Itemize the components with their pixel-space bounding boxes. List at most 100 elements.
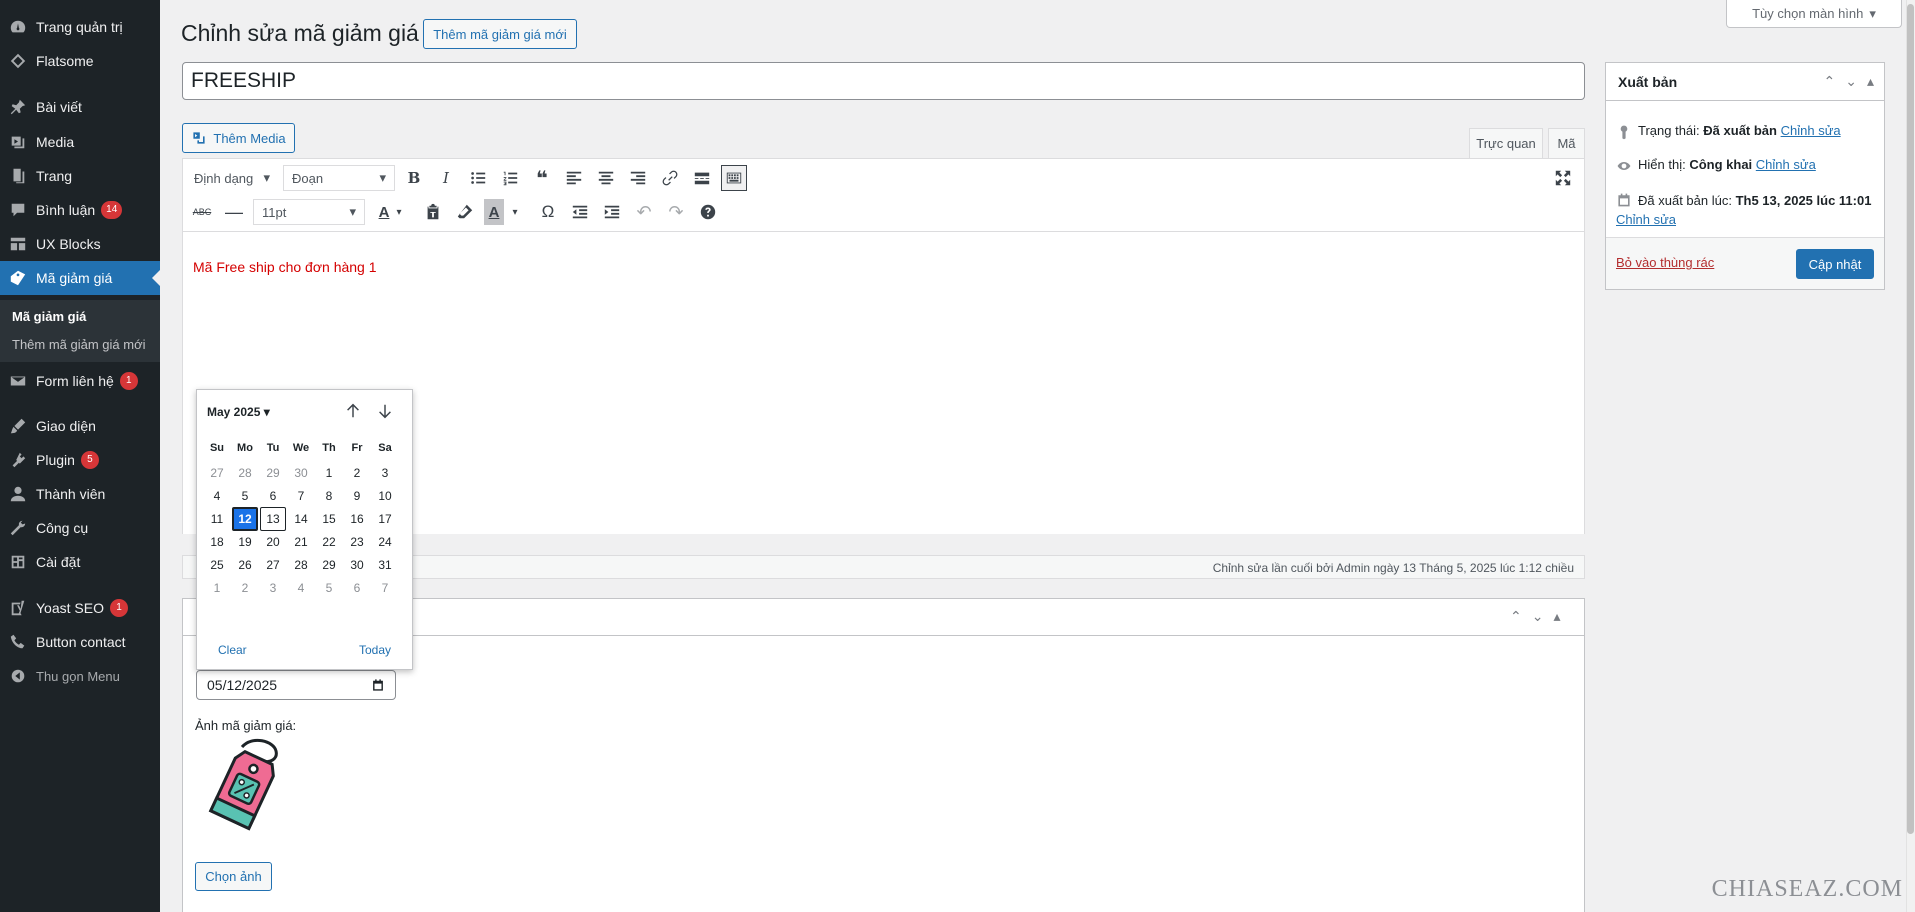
italic-icon[interactable]: I [433, 165, 459, 191]
scrollbar-thumb[interactable] [1907, 4, 1914, 834]
calendar-day[interactable]: 4 [288, 576, 314, 600]
submenu-coupons[interactable]: Mã giảm giá [12, 309, 86, 324]
fullscreen-icon[interactable] [1550, 165, 1576, 191]
edit-date-link[interactable]: Chỉnh sửa [1616, 212, 1676, 227]
add-media-button[interactable]: Thêm Media [182, 123, 295, 153]
strikethrough-icon[interactable]: ABC [189, 199, 215, 225]
calendar-day[interactable]: 2 [344, 461, 370, 485]
calendar-day[interactable]: 5 [316, 576, 342, 600]
redo-icon[interactable]: ↷ [663, 199, 689, 225]
calendar-day[interactable]: 29 [260, 461, 286, 485]
move-down-icon[interactable]: ⌄ [1845, 73, 1857, 90]
calendar-day[interactable]: 7 [372, 576, 398, 600]
sidebar-item-button-contact[interactable]: Button contact [0, 625, 160, 659]
calendar-day[interactable]: 4 [204, 484, 230, 508]
format-menu[interactable]: Định dạng ▾ [186, 165, 278, 191]
sidebar-item-contact-form[interactable]: Form liên hệ 1 [0, 364, 160, 398]
horizontal-line-icon[interactable]: — [221, 199, 247, 225]
calendar-day[interactable]: 8 [316, 484, 342, 508]
clear-date-button[interactable]: Clear [218, 643, 247, 657]
read-more-icon[interactable] [689, 165, 715, 191]
calendar-day[interactable]: 13 [260, 507, 286, 531]
bold-icon[interactable]: B [401, 165, 427, 191]
sidebar-item-pages[interactable]: Trang [0, 159, 160, 193]
calendar-day[interactable]: 24 [372, 530, 398, 554]
paste-text-icon[interactable] [420, 199, 446, 225]
add-new-coupon-button[interactable]: Thêm mã giảm giá mới [423, 19, 577, 49]
calendar-day[interactable]: 27 [204, 461, 230, 485]
calendar-icon[interactable] [371, 678, 385, 692]
help-icon[interactable] [695, 199, 721, 225]
calendar-day[interactable]: 7 [288, 484, 314, 508]
calendar-day[interactable]: 25 [204, 553, 230, 577]
calendar-day[interactable]: 12 [232, 507, 258, 531]
calendar-day[interactable]: 26 [232, 553, 258, 577]
sidebar-item-posts[interactable]: Bài viết [0, 90, 160, 124]
collapse-menu-button[interactable]: Thu gọn Menu [0, 659, 160, 693]
sidebar-item-dashboard[interactable]: Trang quản trị [0, 10, 160, 44]
calendar-day[interactable]: 17 [372, 507, 398, 531]
bullet-list-icon[interactable] [465, 165, 491, 191]
coupon-title-input[interactable]: FREESHIP [182, 62, 1585, 100]
sidebar-item-tools[interactable]: Công cụ [0, 511, 160, 545]
move-down-icon[interactable]: ⌄ [1532, 608, 1544, 625]
move-to-trash-link[interactable]: Bỏ vào thùng rác [1616, 255, 1714, 270]
undo-icon[interactable]: ↶ [631, 199, 657, 225]
special-character-icon[interactable]: Ω [535, 199, 561, 225]
calendar-day[interactable]: 16 [344, 507, 370, 531]
calendar-day[interactable]: 28 [232, 461, 258, 485]
align-right-icon[interactable] [625, 165, 651, 191]
calendar-day[interactable]: 3 [372, 461, 398, 485]
calendar-day[interactable]: 1 [204, 576, 230, 600]
outdent-icon[interactable] [567, 199, 593, 225]
choose-image-button[interactable]: Chọn ảnh [195, 862, 272, 891]
calendar-day[interactable]: 30 [288, 461, 314, 485]
today-button[interactable]: Today [359, 643, 391, 657]
calendar-day[interactable]: 23 [344, 530, 370, 554]
blockquote-icon[interactable]: ❝ [529, 165, 555, 191]
align-left-icon[interactable] [561, 165, 587, 191]
caret-down-icon[interactable]: ▾ [393, 199, 405, 225]
calendar-day[interactable]: 20 [260, 530, 286, 554]
edit-visibility-link[interactable]: Chỉnh sửa [1756, 157, 1816, 172]
calendar-day[interactable]: 18 [204, 530, 230, 554]
toolbar-toggle-icon[interactable] [721, 165, 747, 191]
toggle-panel-icon[interactable]: ▴ [1867, 73, 1874, 90]
calendar-day[interactable]: 10 [372, 484, 398, 508]
next-month-button[interactable] [374, 400, 396, 422]
sidebar-item-appearance[interactable]: Giao diện [0, 409, 160, 443]
edit-status-link[interactable]: Chỉnh sửa [1781, 123, 1841, 138]
calendar-day[interactable]: 31 [372, 553, 398, 577]
calendar-day[interactable]: 28 [288, 553, 314, 577]
move-up-icon[interactable]: ⌃ [1510, 608, 1522, 625]
align-center-icon[interactable] [593, 165, 619, 191]
tab-code[interactable]: Mã [1548, 128, 1585, 158]
sidebar-item-media[interactable]: Media [0, 125, 160, 159]
submenu-add-coupon[interactable]: Thêm mã giảm giá mới [12, 337, 146, 352]
month-year-selector[interactable]: May 2025 ▾ [207, 405, 270, 419]
calendar-day[interactable]: 1 [316, 461, 342, 485]
calendar-day[interactable]: 3 [260, 576, 286, 600]
calendar-day[interactable]: 29 [316, 553, 342, 577]
sidebar-item-settings[interactable]: Cài đặt [0, 545, 160, 579]
calendar-day[interactable]: 6 [344, 576, 370, 600]
sidebar-item-flatsome[interactable]: Flatsome [0, 44, 160, 78]
background-color-icon[interactable]: A [484, 199, 504, 225]
calendar-day[interactable]: 9 [344, 484, 370, 508]
update-button[interactable]: Cập nhật [1796, 249, 1874, 279]
calendar-day[interactable]: 19 [232, 530, 258, 554]
sidebar-item-yoast[interactable]: Yoast SEO 1 [0, 591, 160, 625]
previous-month-button[interactable] [342, 400, 364, 422]
expiry-date-input[interactable]: 05/12/2025 [196, 670, 396, 700]
calendar-day[interactable]: 6 [260, 484, 286, 508]
sidebar-item-users[interactable]: Thành viên [0, 477, 160, 511]
eraser-icon[interactable] [452, 199, 478, 225]
sidebar-item-plugins[interactable]: Plugin 5 [0, 443, 160, 477]
calendar-day[interactable]: 30 [344, 553, 370, 577]
font-size-select[interactable]: 11pt ▾ [253, 199, 365, 225]
sidebar-item-coupons[interactable]: Mã giảm giá [0, 261, 160, 295]
toggle-panel-icon[interactable]: ▴ [1553, 608, 1560, 625]
move-up-icon[interactable]: ⌃ [1824, 73, 1836, 90]
sidebar-item-ux-blocks[interactable]: UX Blocks [0, 227, 160, 261]
calendar-day[interactable]: 22 [316, 530, 342, 554]
